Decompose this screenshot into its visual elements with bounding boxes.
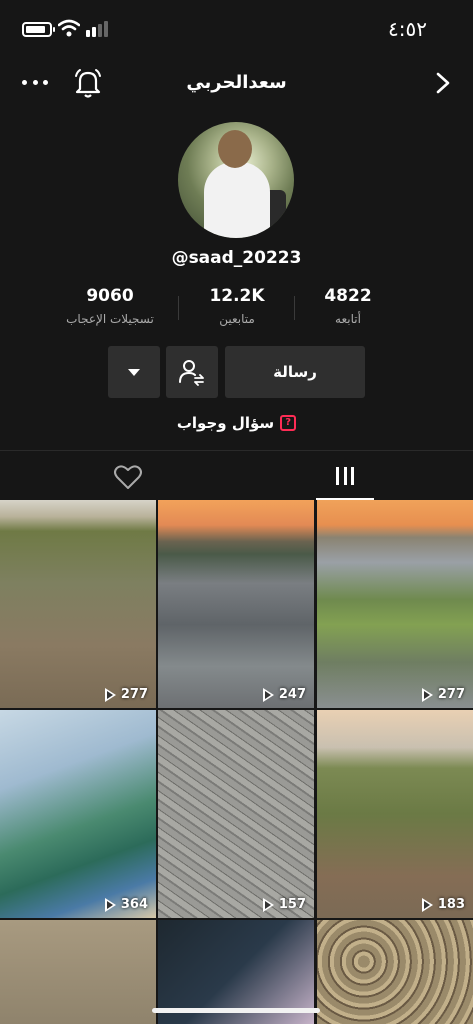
- view-count-value: 157: [278, 897, 306, 912]
- view-count: 277: [104, 687, 148, 702]
- play-icon: [421, 897, 433, 912]
- video-thumbnail[interactable]: [317, 920, 473, 1024]
- stat-following[interactable]: 4822 أتابعه: [292, 286, 404, 326]
- stat-likes[interactable]: 9060 تسجيلات الإعجاب: [54, 286, 166, 326]
- view-count-value: 364: [120, 897, 148, 912]
- view-count-value: 277: [437, 687, 465, 702]
- stat-likes-value: 9060: [86, 286, 134, 306]
- play-icon: [421, 687, 433, 702]
- video-thumbnail[interactable]: 247: [158, 500, 314, 708]
- stat-following-label: أتابعه: [335, 312, 361, 326]
- suggestions-dropdown-button[interactable]: [108, 346, 160, 398]
- play-icon: [262, 687, 274, 702]
- stat-followers[interactable]: 12.2K متابعين: [181, 286, 293, 326]
- stat-divider: [178, 296, 179, 320]
- content-tabs: [0, 450, 473, 500]
- message-button[interactable]: رسالة: [225, 346, 365, 398]
- wifi-icon: [58, 19, 80, 37]
- tab-videos[interactable]: [316, 463, 374, 491]
- qa-icon: ?: [280, 415, 297, 431]
- profile-header: سعدالحربي: [0, 62, 473, 106]
- view-count: 247: [262, 687, 306, 702]
- stat-followers-value: 12.2K: [209, 286, 265, 306]
- avatar[interactable]: [178, 122, 294, 238]
- stat-likes-label: تسجيلات الإعجاب: [66, 312, 154, 326]
- video-thumbnail[interactable]: 364: [0, 710, 156, 918]
- view-count: 183: [421, 897, 465, 912]
- view-count: 364: [104, 897, 148, 912]
- profile-stats: 9060 تسجيلات الإعجاب 12.2K متابعين 4822 …: [54, 286, 420, 336]
- stat-following-value: 4822: [324, 286, 372, 306]
- profile-handle: @saad_20223: [171, 248, 302, 268]
- play-icon: [262, 897, 274, 912]
- play-icon: [104, 897, 116, 912]
- stat-followers-label: متابعين: [219, 312, 255, 326]
- caret-down-icon: [128, 368, 140, 376]
- video-thumbnail[interactable]: 183: [317, 710, 473, 918]
- chevron-right-icon[interactable]: [435, 71, 451, 95]
- signal-icon: [86, 21, 108, 37]
- video-grid: 277 247 277 364 157 183: [0, 500, 473, 1024]
- heart-icon[interactable]: [110, 463, 146, 491]
- video-thumbnail[interactable]: 157: [158, 710, 314, 918]
- video-thumbnail[interactable]: 277: [0, 500, 156, 708]
- status-bar: ٤:٥٢: [0, 0, 473, 58]
- status-time: ٤:٥٢: [388, 17, 427, 41]
- view-count-value: 247: [278, 687, 306, 702]
- view-count-value: 183: [437, 897, 465, 912]
- video-thumbnail[interactable]: [0, 920, 156, 1024]
- qa-link[interactable]: سؤال وجواب ?: [0, 414, 473, 432]
- play-icon: [104, 687, 116, 702]
- view-count: 277: [421, 687, 465, 702]
- add-friend-icon: [179, 360, 204, 386]
- view-count: 157: [262, 897, 306, 912]
- friend-status-button[interactable]: [166, 346, 218, 398]
- battery-icon: [22, 22, 55, 37]
- home-indicator[interactable]: [152, 1008, 320, 1013]
- view-count-value: 277: [120, 687, 148, 702]
- page-title: سعدالحربي: [186, 72, 287, 93]
- qa-label: سؤال وجواب: [176, 414, 275, 432]
- video-thumbnail[interactable]: 277: [317, 500, 473, 708]
- grid-icon: [336, 467, 354, 485]
